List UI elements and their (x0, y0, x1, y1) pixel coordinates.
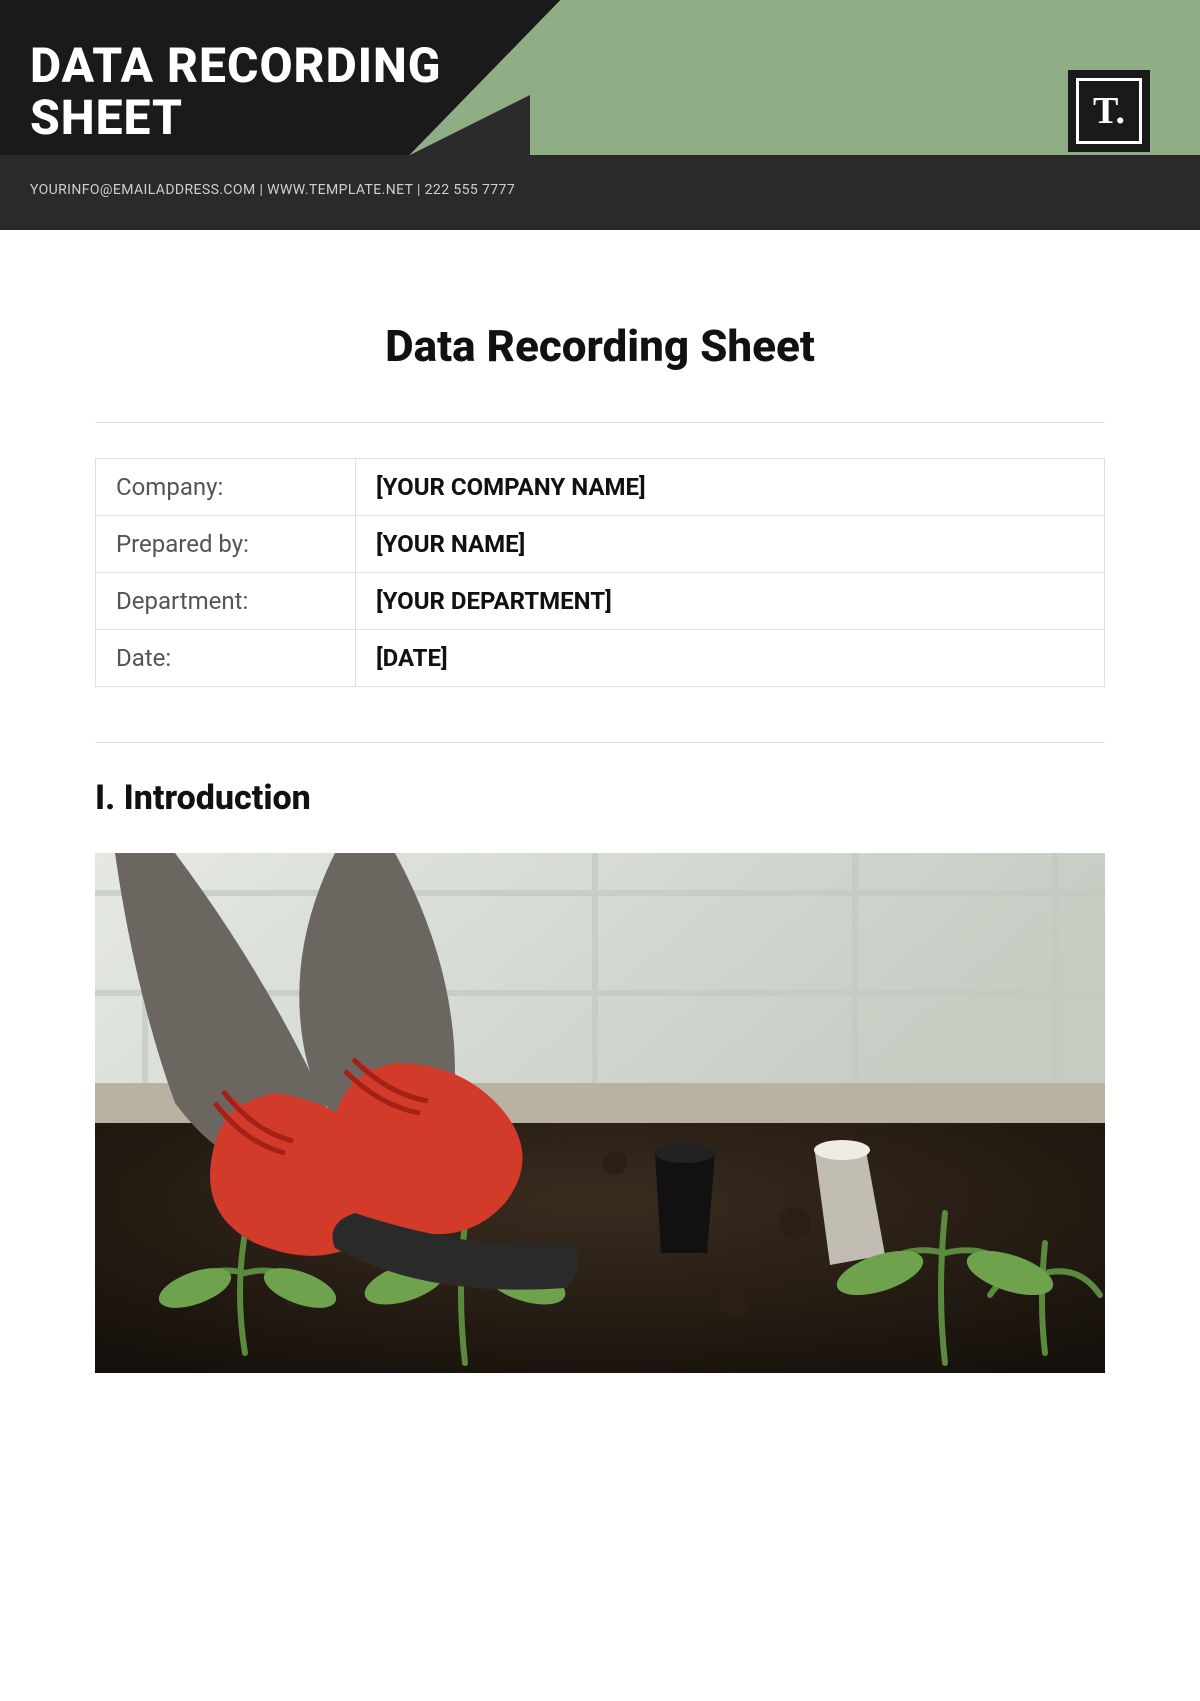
header-title-line2: SHEET (30, 92, 442, 144)
intro-hero-image (95, 853, 1105, 1373)
header-title: DATA RECORDING SHEET (30, 40, 442, 144)
meta-value: [YOUR DEPARTMENT] (356, 573, 1105, 630)
brand-logo-text: T. (1076, 78, 1142, 144)
meta-label: Prepared by: (96, 516, 356, 573)
document-body: Data Recording Sheet Company: [YOUR COMP… (0, 230, 1200, 1373)
table-row: Department: [YOUR DEPARTMENT] (96, 573, 1105, 630)
meta-label: Department: (96, 573, 356, 630)
divider (95, 422, 1105, 423)
gardening-photo-icon (95, 853, 1105, 1373)
meta-label: Date: (96, 630, 356, 687)
brand-logo: T. (1068, 70, 1150, 152)
section-heading-introduction: I. Introduction (95, 778, 1105, 818)
header-contact-line: YOURINFO@EMAILADDRESS.COM | WWW.TEMPLATE… (30, 182, 515, 198)
table-row: Date: [DATE] (96, 630, 1105, 687)
meta-value: [YOUR NAME] (356, 516, 1105, 573)
divider (95, 742, 1105, 743)
meta-value: [DATE] (356, 630, 1105, 687)
table-row: Company: [YOUR COMPANY NAME] (96, 459, 1105, 516)
meta-label: Company: (96, 459, 356, 516)
page-title: Data Recording Sheet (95, 320, 1105, 372)
document-header: DATA RECORDING SHEET YOURINFO@EMAILADDRE… (0, 0, 1200, 230)
header-title-line1: DATA RECORDING (30, 40, 442, 92)
metadata-table: Company: [YOUR COMPANY NAME] Prepared by… (95, 458, 1105, 687)
meta-value: [YOUR COMPANY NAME] (356, 459, 1105, 516)
table-row: Prepared by: [YOUR NAME] (96, 516, 1105, 573)
